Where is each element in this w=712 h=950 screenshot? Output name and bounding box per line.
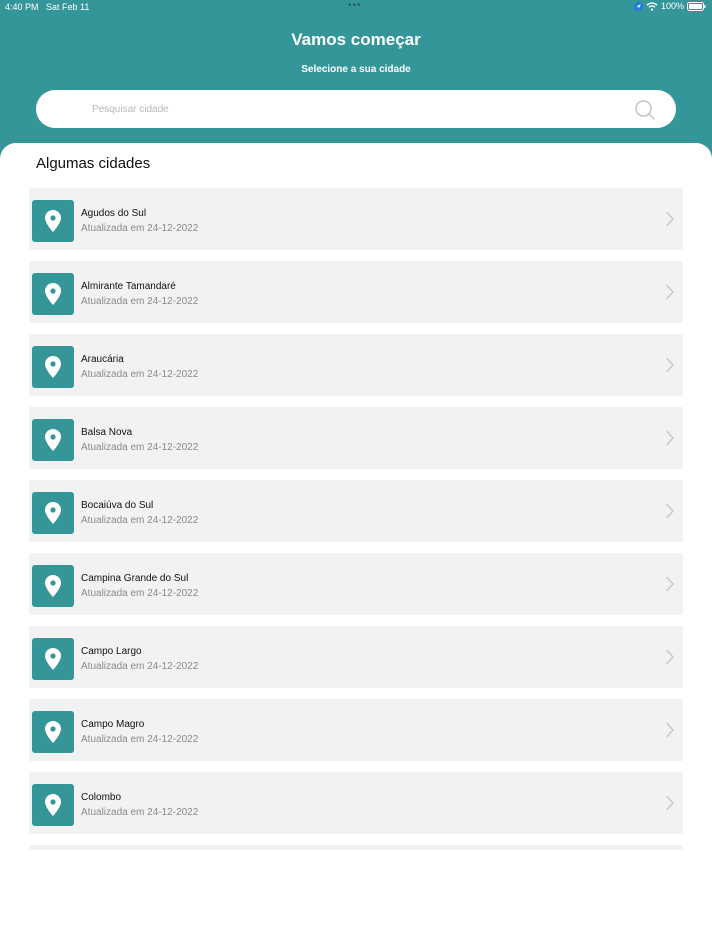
page-subtitle: Selecione a sua cidade [301,64,411,75]
city-updated-date: Atualizada em 24-12-2022 [81,588,199,599]
section-title: Algumas cidades [36,155,151,172]
city-name: Balsa Nova [81,427,133,438]
status-indicators: 100% [633,1,706,11]
map-pin-icon [32,492,74,534]
city-updated-date: Atualizada em 24-12-2022 [81,807,199,818]
list-item[interactable]: Campo Largo Atualizada em 24-12-2022 [29,626,683,688]
chevron-right-icon [665,722,675,738]
search-icon[interactable] [634,99,656,121]
wifi-icon [646,1,658,11]
city-updated-date: Atualizada em 24-12-2022 [81,661,199,672]
status-date: Sat Feb 11 [46,2,90,12]
status-bar: 4:40 PM Sat Feb 11 ••• 100% [0,0,712,14]
chevron-right-icon [665,357,675,373]
city-updated-date: Atualizada em 24-12-2022 [81,223,199,234]
city-updated-date: Atualizada em 24-12-2022 [81,296,199,307]
list-item[interactable]: Colombo Atualizada em 24-12-2022 [29,772,683,834]
map-pin-icon [32,200,74,242]
location-arrow-icon [633,1,643,11]
page-title: Vamos começar [291,30,421,49]
list-item[interactable]: Balsa Nova Atualizada em 24-12-2022 [29,407,683,469]
status-time: 4:40 PM [5,2,39,12]
map-pin-icon [32,711,74,753]
city-updated-date: Atualizada em 24-12-2022 [81,442,199,453]
list-item[interactable]: Bocaiúva do Sul Atualizada em 24-12-2022 [29,480,683,542]
map-pin-icon [32,273,74,315]
chevron-right-icon [665,503,675,519]
chevron-right-icon [665,284,675,300]
city-name: Colombo [81,792,122,803]
city-name: Campo Largo [81,646,142,657]
chevron-right-icon [665,576,675,592]
city-name: Campina Grande do Sul [81,573,189,584]
city-name: Almirante Tamandaré [81,281,176,292]
search-input[interactable] [92,90,572,128]
city-updated-date: Atualizada em 24-12-2022 [81,515,199,526]
city-name: Bocaiúva do Sul [81,500,154,511]
list-item[interactable]: Campina Grande do Sul Atualizada em 24-12… [29,553,683,615]
battery-percent: 100% [660,1,684,11]
map-pin-icon [32,638,74,680]
city-name: Campo Magro [81,719,145,730]
chevron-right-icon [665,649,675,665]
city-name: Agudos do Sul [81,208,147,219]
chevron-right-icon [665,211,675,227]
list-item[interactable]: Almirante Tamandaré Atualizada em 24-12-2… [29,261,683,323]
city-name: Araucária [81,354,124,365]
list-item[interactable]: Campo Magro Atualizada em 24-12-2022 [29,699,683,761]
city-list: Agudos do Sul Atualizada em 24-12-2022 Alm… [29,188,683,845]
list-item[interactable]: Araucária Atualizada em 24-12-2022 [29,334,683,396]
search-bar[interactable] [36,90,676,128]
city-updated-date: Atualizada em 24-12-2022 [81,369,199,380]
map-pin-icon [32,419,74,461]
list-item[interactable]: Agudos do Sul Atualizada em 24-12-2022 [29,188,683,250]
chevron-right-icon [665,795,675,811]
multitasking-dots[interactable]: ••• [348,0,362,11]
map-pin-icon [32,565,74,607]
list-item-partial[interactable] [29,845,683,850]
map-pin-icon [32,784,74,826]
battery-icon [687,1,706,11]
map-pin-icon [32,346,74,388]
chevron-right-icon [665,430,675,446]
city-updated-date: Atualizada em 24-12-2022 [81,734,199,745]
